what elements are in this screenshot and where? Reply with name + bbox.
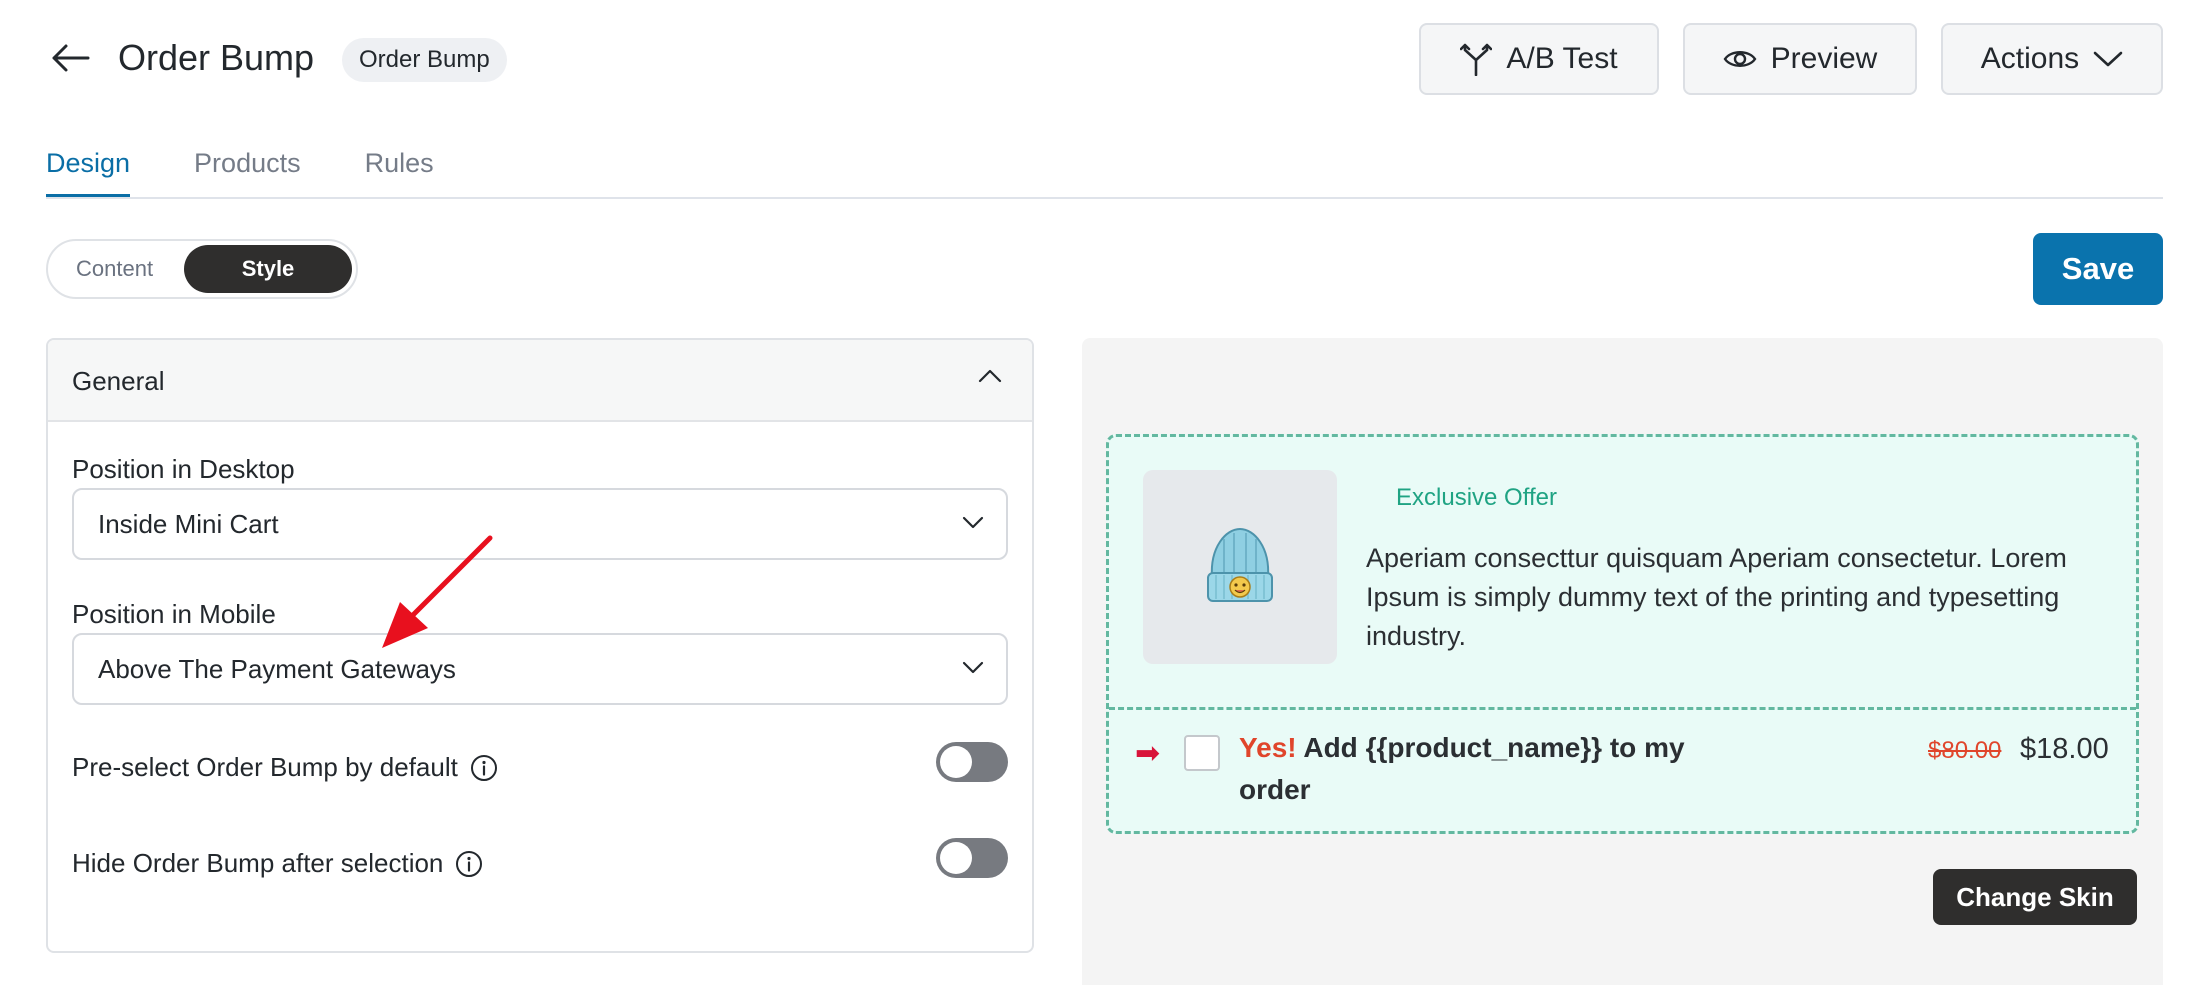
tab-bar: Design Products Rules <box>46 140 434 198</box>
eye-icon <box>1723 51 1757 67</box>
tab-products[interactable]: Products <box>194 140 301 198</box>
actions-dropdown[interactable]: Actions <box>1941 23 2163 95</box>
type-badge: Order Bump <box>342 38 507 82</box>
save-button[interactable]: Save <box>2033 233 2163 305</box>
page-title: Order Bump <box>118 37 315 78</box>
bump-yes-label: Yes! <box>1239 732 1297 763</box>
preselect-label: Pre-select Order Bump by default <box>72 752 458 782</box>
segment-style[interactable]: Style <box>184 245 352 293</box>
hide-after-row: Hide Order Bump after selection <box>72 848 483 879</box>
offer-description: Aperiam consecttur quisquam Aperiam cons… <box>1366 543 2067 651</box>
new-price: $18.00 <box>2020 733 2109 765</box>
preview-label: Preview <box>1770 42 1878 75</box>
general-panel-title: General <box>72 366 165 396</box>
change-skin-button[interactable]: Change Skin <box>1933 869 2137 925</box>
info-icon[interactable] <box>455 850 483 878</box>
segment-content[interactable]: Content <box>76 241 153 297</box>
bump-add-text: Yes! Add {{product_name}} to my order <box>1239 727 1759 811</box>
arrow-left-icon <box>52 44 90 72</box>
content-style-toggle: Content Style <box>46 239 358 299</box>
desktop-position-label: Position in Desktop <box>72 454 295 484</box>
ab-test-label: A/B Test <box>1506 42 1618 75</box>
general-panel-header[interactable]: General <box>48 340 1032 422</box>
bump-checkbox[interactable] <box>1184 735 1220 771</box>
right-arrow-icon: ➡ <box>1135 737 1161 770</box>
tab-divider <box>46 197 2163 199</box>
product-image <box>1143 470 1337 664</box>
info-icon[interactable] <box>470 754 498 782</box>
actions-label: Actions <box>1980 42 2080 75</box>
mobile-position-select[interactable]: Above The Payment Gateways <box>72 633 1008 705</box>
order-bump-preview: Exclusive Offer Aperiam consecttur quisq… <box>1106 434 2139 834</box>
tab-design[interactable]: Design <box>46 140 131 198</box>
split-arrows-icon <box>1460 43 1493 76</box>
hide-after-label: Hide Order Bump after selection <box>72 848 444 878</box>
offer-title: Exclusive Offer <box>1396 484 1557 511</box>
desktop-position-value: Inside Mini Cart <box>98 509 279 539</box>
hide-after-toggle[interactable] <box>936 838 1008 878</box>
chevron-down-icon <box>962 661 984 674</box>
bump-add-label: Add {{product_name}} to my order <box>1239 732 1685 805</box>
preview-area: Exclusive Offer Aperiam consecttur quisq… <box>1082 338 2163 985</box>
ab-test-button[interactable]: A/B Test <box>1419 23 1659 95</box>
preselect-row: Pre-select Order Bump by default <box>72 752 498 783</box>
preview-button[interactable]: Preview <box>1683 23 1917 95</box>
general-panel: General Position in Desktop Inside Mini … <box>46 338 1034 953</box>
chevron-down-icon <box>2093 51 2123 67</box>
back-button[interactable] <box>46 34 94 82</box>
mobile-position-label: Position in Mobile <box>72 599 276 629</box>
bump-divider <box>1109 707 2136 710</box>
toggle-knob <box>940 746 972 778</box>
desktop-position-select[interactable]: Inside Mini Cart <box>72 488 1008 560</box>
toggle-knob <box>940 842 972 874</box>
chevron-down-icon <box>962 516 984 529</box>
old-price: $80.00 <box>1928 737 2002 764</box>
chevron-up-icon <box>978 369 1002 383</box>
beanie-hat-image <box>1207 527 1273 602</box>
mobile-position-value: Above The Payment Gateways <box>98 654 456 684</box>
preselect-toggle[interactable] <box>936 742 1008 782</box>
tab-rules[interactable]: Rules <box>365 140 434 198</box>
